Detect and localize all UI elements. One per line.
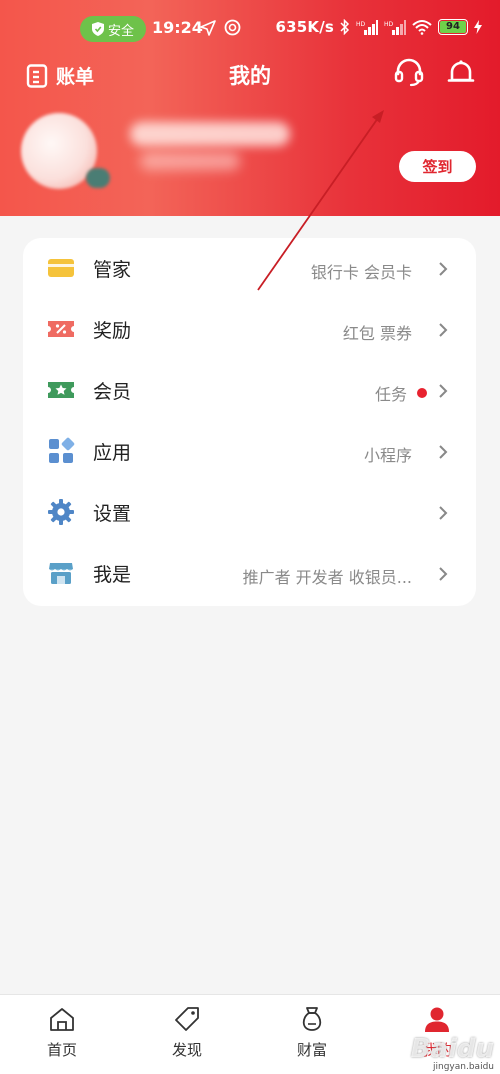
watermark-brand: Baidu bbox=[410, 1034, 494, 1064]
tag-icon bbox=[175, 1007, 199, 1031]
tab-label: 首页 bbox=[46, 1041, 77, 1059]
person-icon bbox=[425, 1007, 449, 1032]
safe-label: 安全 bbox=[107, 23, 134, 39]
status-time: 19:24 bbox=[152, 18, 203, 37]
home-icon bbox=[50, 1008, 74, 1031]
chevron-right-icon bbox=[439, 506, 448, 520]
apps-grid-icon bbox=[49, 437, 75, 463]
menu-item-title: 管家 bbox=[93, 259, 132, 281]
username-blurred[interactable] bbox=[130, 122, 290, 146]
status-right: 635K/s HD HD 94 bbox=[275, 18, 482, 36]
menu-item-title: 奖励 bbox=[93, 320, 132, 342]
customer-service-icon[interactable] bbox=[394, 58, 424, 88]
network-speed: 635K/s bbox=[275, 18, 334, 36]
svg-text:HD: HD bbox=[356, 21, 366, 28]
menu-item-subtitle: 红包 票券 bbox=[342, 324, 412, 343]
tab-discover[interactable]: 发现 bbox=[147, 1005, 227, 1065]
safe-badge: 安全 bbox=[80, 16, 146, 42]
menu-item-butler[interactable]: 管家 银行卡 会员卡 bbox=[23, 238, 476, 299]
tab-label: 发现 bbox=[171, 1041, 202, 1059]
menu-item-settings[interactable]: 设置 bbox=[23, 482, 476, 543]
bluetooth-icon bbox=[340, 19, 350, 35]
menu-item-title: 会员 bbox=[93, 381, 132, 403]
menu-item-apps[interactable]: 应用 小程序 bbox=[23, 421, 476, 482]
watermark-site: jingyan.baidu bbox=[433, 1062, 494, 1072]
page-title: 我的 bbox=[229, 64, 271, 88]
tab-wealth[interactable]: 财富 bbox=[272, 1005, 352, 1065]
user-subtitle-blurred bbox=[140, 152, 240, 170]
card-icon bbox=[48, 259, 74, 277]
menu-item-rewards[interactable]: 奖励 红包 票券 bbox=[23, 299, 476, 360]
menu-card: 管家 银行卡 会员卡 奖励 红包 票券 会员 任务 应用 小程序 设置 我是 推… bbox=[23, 238, 476, 606]
screen: 安全 19:24 635K/s HD HD 94 账单 我的 签到 管家 银行卡… bbox=[0, 0, 500, 1074]
menu-item-title: 我是 bbox=[93, 564, 132, 586]
vpn-icon bbox=[224, 19, 241, 36]
menu-item-subtitle: 任务 bbox=[374, 385, 407, 404]
charging-icon bbox=[474, 20, 482, 34]
location-arrow-icon bbox=[200, 20, 216, 36]
avatar-badge bbox=[86, 168, 110, 188]
menu-item-subtitle: 推广者 开发者 收银员... bbox=[242, 568, 412, 587]
store-icon bbox=[49, 563, 73, 584]
chevron-right-icon bbox=[439, 262, 448, 276]
wifi-icon bbox=[412, 20, 432, 35]
signal-icon: HD bbox=[356, 20, 378, 35]
notification-dot bbox=[417, 388, 427, 398]
money-bag-icon bbox=[302, 1007, 322, 1031]
status-bar: 安全 19:24 635K/s HD HD 94 bbox=[0, 12, 500, 46]
signin-button[interactable]: 签到 bbox=[399, 151, 476, 182]
menu-item-subtitle: 小程序 bbox=[363, 446, 412, 465]
menu-item-roles[interactable]: 我是 推广者 开发者 收银员... bbox=[23, 543, 476, 604]
coupon-icon bbox=[48, 321, 74, 337]
tab-label: 财富 bbox=[296, 1041, 327, 1059]
member-star-icon bbox=[48, 382, 74, 398]
chevron-right-icon bbox=[439, 323, 448, 337]
menu-item-title: 设置 bbox=[93, 503, 132, 525]
battery-level: 94 bbox=[440, 21, 466, 33]
header: 安全 19:24 635K/s HD HD 94 账单 我的 签到 bbox=[0, 0, 500, 216]
menu-item-member[interactable]: 会员 任务 bbox=[23, 360, 476, 421]
svg-text:HD: HD bbox=[384, 21, 394, 28]
signal-icon-2: HD bbox=[384, 20, 406, 35]
menu-item-title: 应用 bbox=[93, 442, 132, 464]
battery-icon: 94 bbox=[438, 19, 468, 35]
chevron-right-icon bbox=[439, 445, 448, 459]
shield-icon bbox=[91, 22, 104, 36]
chevron-right-icon bbox=[439, 567, 448, 581]
gear-icon bbox=[48, 499, 74, 525]
tab-home[interactable]: 首页 bbox=[22, 1005, 102, 1065]
chevron-right-icon bbox=[439, 384, 448, 398]
menu-item-subtitle: 银行卡 会员卡 bbox=[310, 263, 412, 282]
bell-icon[interactable] bbox=[446, 58, 476, 88]
